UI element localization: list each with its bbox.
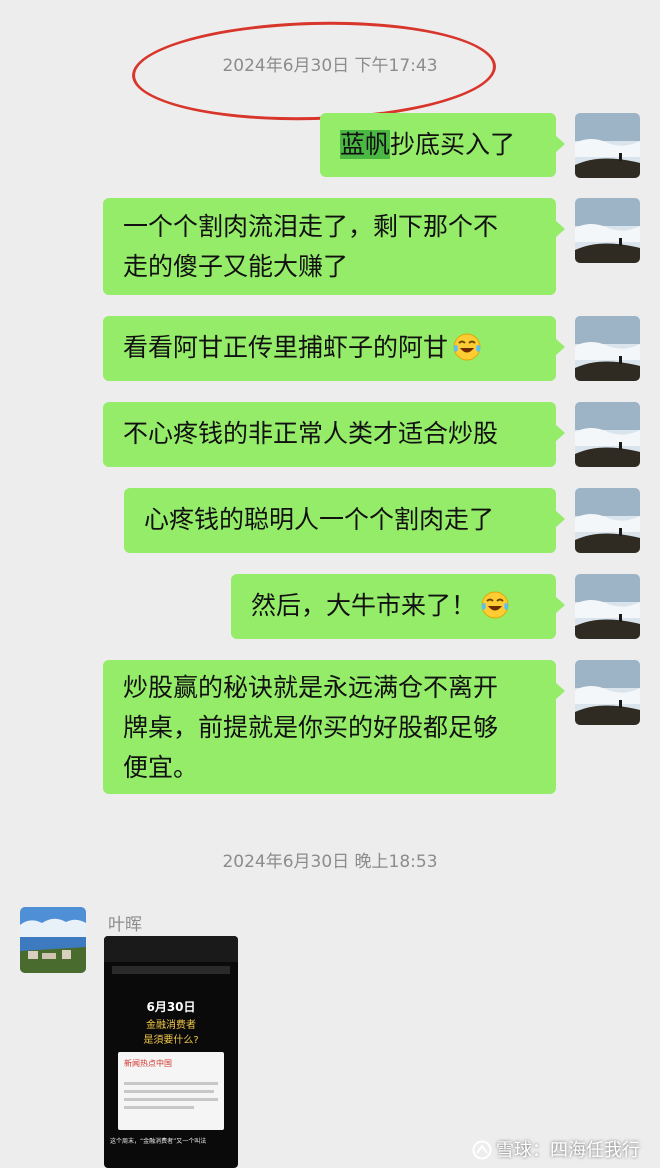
message-text: 不心疼钱的非正常人类才适合炒股	[123, 419, 499, 448]
landscape-avatar-icon	[575, 488, 640, 553]
image-card-title: 新闻热点中国	[124, 1059, 172, 1068]
text-line	[124, 1098, 218, 1101]
message-text-line: 一个个割肉流泪走了，剩下那个不	[123, 212, 499, 241]
message-bubble-3[interactable]: 看看阿甘正传里捕虾子的阿甘	[103, 316, 565, 381]
message-text: 看看阿甘正传里捕虾子的阿甘	[123, 333, 449, 362]
landscape-avatar-icon	[575, 574, 640, 639]
avatar[interactable]	[575, 402, 640, 467]
highlighted-text: 蓝帆	[340, 130, 391, 159]
text-line	[124, 1090, 214, 1093]
avatar[interactable]	[575, 316, 640, 381]
watermark-text: 雪球：四海任我行	[496, 1140, 640, 1161]
message-text-line: 炒股赢的秘诀就是永远满仓不离开	[123, 673, 499, 702]
landscape-avatar-icon	[575, 402, 640, 467]
avatar[interactable]	[575, 198, 640, 263]
message-bubble-6[interactable]: 然后，大牛市来了！	[231, 574, 565, 639]
avatar[interactable]	[575, 574, 640, 639]
message-text-line: 走的傻子又能大赚了	[123, 252, 349, 281]
landscape-avatar-icon	[575, 316, 640, 381]
image-bottom-text: 这个周末，“金融消费者”又一个叫法	[110, 1138, 207, 1145]
landscape-avatar-icon	[20, 907, 86, 973]
image-topbar	[104, 936, 238, 962]
peer-avatar[interactable]	[20, 907, 86, 973]
timestamp-2: 2024年6月30日 晚上18:53	[222, 852, 438, 872]
message-bubble-7[interactable]: 炒股赢的秘诀就是永远满仓不离开 牌桌，前提就是你买的好股都足够 便宜。	[103, 660, 565, 794]
message-text: 心疼钱的聪明人一个个割肉走了	[144, 505, 495, 534]
image-date: 6月30日	[146, 1000, 196, 1014]
tears-of-joy-emoji	[481, 591, 509, 619]
message-bubble-2[interactable]: 一个个割肉流泪走了，剩下那个不 走的傻子又能大赚了	[103, 198, 565, 295]
avatar[interactable]	[575, 113, 640, 178]
image-line-1: 金融消费者	[146, 1020, 196, 1031]
image-tabs	[112, 966, 230, 974]
message-text-line: 牌桌，前提就是你买的好股都足够	[123, 713, 499, 742]
landscape-avatar-icon	[575, 660, 640, 725]
xueqiu-watermark: 雪球：四海任我行	[472, 1136, 640, 1162]
text-line	[124, 1082, 218, 1085]
message-text: 抄底买入了	[390, 130, 516, 159]
text-line	[124, 1106, 194, 1109]
message-text-line: 便宜。	[123, 753, 199, 782]
avatar[interactable]	[575, 488, 640, 553]
annotation-circle	[130, 17, 498, 125]
message-bubble-1[interactable]: 蓝帆抄底买入了	[320, 113, 565, 177]
message-bubble-5[interactable]: 心疼钱的聪明人一个个割肉走了	[124, 488, 565, 553]
message-bubble-4[interactable]: 不心疼钱的非正常人类才适合炒股	[103, 402, 565, 467]
landscape-avatar-icon	[575, 113, 640, 178]
landscape-avatar-icon	[575, 198, 640, 263]
avatar[interactable]	[575, 660, 640, 725]
tears-of-joy-emoji	[453, 333, 481, 361]
image-card: 新闻热点中国	[118, 1052, 224, 1130]
peer-name: 叶晖	[108, 915, 142, 935]
message-text: 然后，大牛市来了！	[251, 591, 477, 620]
shared-image-message[interactable]: 6月30日 金融消费者 是須要什么? 新闻热点中国 这个周末，“金融消费者”又一…	[104, 936, 238, 1168]
xueqiu-logo-icon	[472, 1140, 492, 1160]
image-line-2: 是須要什么?	[143, 1035, 199, 1046]
